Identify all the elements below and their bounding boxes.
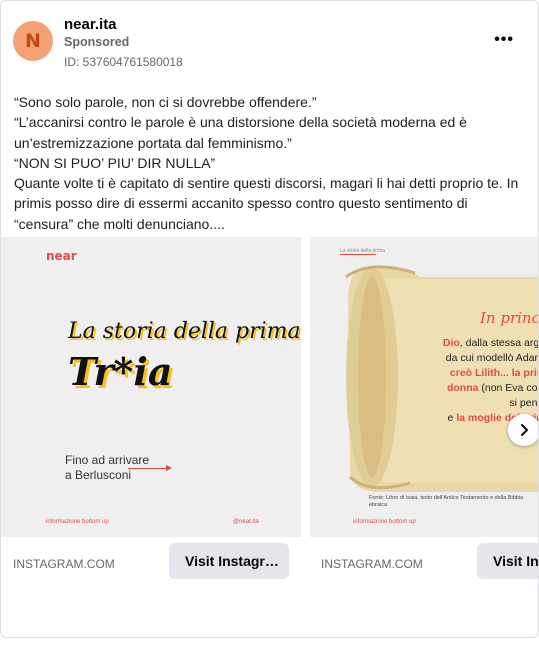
slide-title-line1: La storia della prima — [68, 319, 301, 344]
slide-heading: In principio — [480, 309, 538, 327]
story-line: si pensa) — [509, 397, 538, 409]
media-carousel: near La storia della prima Tr*ia Fino ad… — [1, 237, 539, 537]
slide-subtitle-line2: a Berlusconi — [65, 468, 132, 482]
ad-card: N near.ita Sponsored ID: 537604761580018… — [0, 0, 539, 638]
link-domain: INSTAGRAM.COM — [321, 557, 423, 571]
body-line: “Sono solo parole, non ci si dovrebbe of… — [14, 94, 317, 110]
body-line: Quante volte ti è capitato di sentire qu… — [14, 175, 519, 232]
ad-body-text: “Sono solo parole, non ci si dovrebbe of… — [14, 92, 526, 234]
visit-instagram-button[interactable]: Visit Instagr… — [169, 543, 289, 579]
story-line: Dio, dalla stessa argilla — [442, 337, 539, 349]
ad-id: ID: 537604761580018 — [64, 55, 183, 69]
more-options-icon[interactable]: ••• — [494, 31, 514, 49]
slide-brand-logo: near — [46, 249, 77, 263]
avatar[interactable]: N — [13, 21, 53, 61]
carousel-slide-1[interactable]: near La storia della prima Tr*ia Fino ad… — [1, 237, 301, 537]
carousel-next-button[interactable] — [508, 414, 538, 446]
sponsored-label: Sponsored — [64, 35, 130, 49]
carousel-slide-2[interactable]: La storia della prima In principio Dio, … — [310, 237, 539, 537]
slide-footer-left: informazione bottom up — [353, 519, 416, 525]
slide-source: Fonte: Libro di Isaia, testo dell'Antico… — [369, 495, 524, 508]
story-line: da cui modellò Adamo, — [445, 352, 538, 364]
ad-header: N near.ita Sponsored ID: 537604761580018… — [13, 15, 526, 71]
slide-2-cta-row: INSTAGRAM.COM Visit Instagram — [310, 539, 538, 583]
story-line: creò Lilith... la prima — [449, 367, 538, 379]
story-line: donna (non Eva come — [446, 382, 538, 394]
link-domain: INSTAGRAM.COM — [13, 557, 115, 571]
page-name[interactable]: near.ita — [64, 16, 117, 33]
body-line: “NON SI PUO’ PIU’ DIR NULLA” — [14, 154, 216, 171]
chevron-right-icon — [521, 424, 528, 436]
slide-1-cta-row: INSTAGRAM.COM Visit Instagr… — [1, 539, 301, 583]
body-line: “L’accanirsi contro le parole è una dist… — [14, 114, 467, 151]
slide-title-line2: Tr*ia — [68, 349, 173, 394]
slide-footer-left: informazione bottom up — [46, 519, 109, 525]
arrow-right-icon — [340, 254, 376, 255]
visit-instagram-button[interactable]: Visit Instagram — [477, 543, 538, 579]
slide-story-text: Dio, dalla stessa argilla da cui modellò… — [422, 336, 539, 426]
slide-subtitle-line1: Fino ad arrivare — [65, 453, 150, 467]
slide-footer-right: @near.ita — [233, 519, 259, 525]
arrow-right-icon — [128, 465, 172, 471]
